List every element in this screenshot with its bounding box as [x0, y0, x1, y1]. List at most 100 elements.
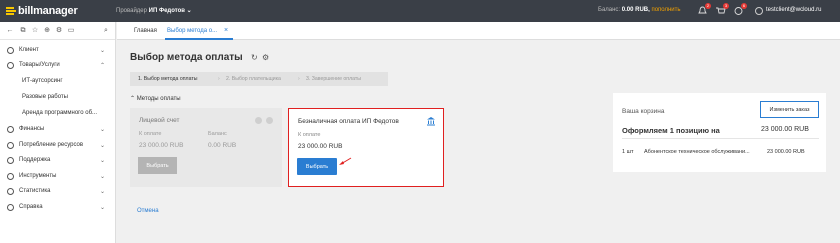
sidebar-item-label: Финансы: [19, 126, 45, 132]
balance-label: Баланс:: [598, 7, 621, 13]
payment-method-bank-transfer[interactable]: Безналичная оплата ИП Федотов К оплате 2…: [288, 108, 444, 187]
card-title: Безналичная оплата ИП Федотов: [298, 118, 399, 125]
info-icon: [255, 117, 262, 124]
chevron-down-icon: ⌄: [100, 173, 106, 180]
tools-icon: [7, 172, 14, 180]
add-icon[interactable]: ⊕: [43, 27, 51, 35]
back-arrow-icon[interactable]: ←: [6, 27, 14, 35]
tab-bar: Главная Выбор метода о... ×: [117, 22, 840, 40]
sidebar-subitem-it-outsourcing[interactable]: ИТ-аутсорсинг: [22, 78, 63, 84]
user-icon[interactable]: [755, 7, 763, 15]
sidebar-item-label: Статистика: [19, 188, 51, 194]
step-1: 1. Выбор метода оплаты: [138, 76, 198, 82]
change-order-button[interactable]: Изменить заказ: [760, 101, 819, 118]
balance-info: Баланс: 0.00 RUB, пополнить: [598, 7, 681, 13]
chevron-down-icon: ⌄: [100, 47, 106, 54]
copy-icon[interactable]: ⧉: [19, 27, 27, 35]
sidebar-subitem-one-time-work[interactable]: Разовые работы: [22, 94, 68, 100]
cart-row-price: 23 000.00 RUB: [767, 149, 805, 155]
help-icon: [7, 203, 14, 211]
sidebar-item-label: Поддержка: [19, 157, 51, 163]
to-pay-label: К оплате: [139, 131, 162, 137]
cart-row-qty: 1 шт: [622, 149, 634, 155]
bank-icon: [426, 116, 436, 126]
search-icon[interactable]: ⌕: [102, 27, 110, 35]
page-title: Выбор метода оплаты: [130, 52, 243, 63]
payment-steps: 1. Выбор метода оплаты › 2. Выбор плател…: [130, 72, 388, 86]
step-3: 3. Завершение оплаты: [306, 76, 361, 82]
notifications-icon[interactable]: 2: [697, 3, 711, 16]
sidebar-item-finance[interactable]: Финансы ⌄: [0, 122, 116, 136]
support-icon: [7, 156, 14, 164]
balance-value: 0.00 RUB: [208, 142, 237, 149]
tickets-icon[interactable]: 6: [733, 3, 747, 16]
sidebar-item-label: Клиент: [19, 47, 39, 53]
chevron-down-icon: ⌄: [100, 126, 106, 133]
sidebar-item-tools[interactable]: Инструменты ⌄: [0, 169, 116, 183]
chevron-down-icon: ⌄: [100, 204, 106, 211]
settings-icon[interactable]: ⚙: [55, 27, 63, 35]
billmanager-logo[interactable]: billmanager: [6, 4, 78, 18]
chevron-up-icon: ⌃: [100, 62, 106, 69]
payment-method-personal-account: Лицевой счет К оплате 23 000.00 RUB Бала…: [130, 108, 282, 187]
sidebar-item-label: Потребление ресурсов: [19, 142, 84, 148]
sidebar-subitem-software-rent[interactable]: Аренда программного об...: [22, 110, 97, 116]
divider: [622, 138, 819, 139]
top-bar: billmanager Провайдер ИП Федотов ⌄ Балан…: [0, 0, 840, 22]
notifications-badge: 2: [705, 3, 711, 9]
cart-title: Ваша корзина: [622, 108, 665, 115]
user-email[interactable]: testclient@wcloud.ru: [766, 7, 821, 13]
sidebar-item-products[interactable]: Товары/Услуги ⌃: [0, 58, 116, 72]
sidebar-item-label: Инструменты: [19, 173, 57, 179]
cart-icon[interactable]: 3: [715, 3, 729, 16]
provider-selector[interactable]: Провайдер ИП Федотов ⌄: [116, 7, 192, 14]
select-button-disabled: Выбрать: [138, 157, 177, 174]
sidebar-item-statistics[interactable]: Статистика ⌄: [0, 184, 116, 198]
refresh-icon[interactable]: ↻: [251, 54, 259, 62]
cart-row-name: Абонентское техническое обслуживани...: [644, 149, 750, 155]
resources-icon: [7, 141, 14, 149]
grid-icon[interactable]: ▭: [67, 27, 75, 35]
box-icon: [7, 61, 14, 69]
sidebar-item-support[interactable]: Поддержка ⌄: [0, 153, 116, 167]
sidebar-item-resources[interactable]: Потребление ресурсов ⌄: [0, 138, 116, 152]
settings-icon[interactable]: ⚙: [262, 54, 270, 62]
card-title: Лицевой счет: [139, 117, 180, 124]
tab-home[interactable]: Главная: [134, 28, 157, 34]
star-icon[interactable]: ☆: [31, 27, 39, 35]
balance-label: Баланс: [208, 131, 227, 137]
provider-name: ИП Федотов ⌄: [148, 8, 192, 14]
tab-close-icon[interactable]: ×: [224, 27, 228, 34]
select-button[interactable]: Выбрать: [297, 158, 337, 175]
sidebar-item-label: Товары/Услуги: [19, 62, 60, 68]
to-pay-value: 23 000.00 RUB: [298, 143, 343, 150]
red-arrow-icon: [339, 157, 352, 165]
sidebar-toolbar: ← ⧉ ☆ ⊕ ⚙ ▭ ⌕: [0, 22, 115, 40]
chevron-down-icon: ⌄: [100, 157, 106, 164]
cart-badge: 3: [723, 3, 729, 9]
finance-icon: [7, 125, 14, 133]
sidebar-item-label: Справка: [19, 204, 43, 210]
to-pay-value: 23 000.00 RUB: [139, 142, 184, 149]
top-up-link[interactable]: пополнить: [651, 7, 680, 13]
cart-panel: Ваша корзина Изменить заказ Оформляем 1 …: [613, 93, 826, 172]
help-icon: [266, 117, 273, 124]
cart-order-text: Оформляем 1 позицию на: [622, 126, 720, 135]
step-separator-icon: ›: [298, 76, 300, 82]
cancel-link[interactable]: Отмена: [137, 208, 159, 214]
payment-methods-header[interactable]: ⌃ Методы оплаты: [130, 95, 181, 102]
step-2: 2. Выбор плательщика: [226, 76, 281, 82]
tab-payment-method[interactable]: Выбор метода о...: [167, 28, 217, 34]
sidebar-item-help[interactable]: Справка ⌄: [0, 200, 116, 214]
sidebar: ← ⧉ ☆ ⊕ ⚙ ▭ ⌕ Клиент ⌄ Товары/Услуги ⌃ И…: [0, 22, 116, 243]
active-tab-indicator: [165, 38, 233, 40]
sidebar-item-client[interactable]: Клиент ⌄: [0, 43, 116, 57]
balance-value: 0.00 RUB,: [621, 7, 650, 13]
step-separator-icon: ›: [218, 76, 220, 82]
statistics-icon: [7, 187, 14, 195]
logo-mark-icon: [6, 6, 16, 16]
cart-order-total: 23 000.00 RUB: [761, 126, 809, 133]
to-pay-label: К оплате: [298, 132, 321, 138]
chevron-down-icon: ⌄: [100, 142, 106, 149]
provider-label: Провайдер: [116, 8, 147, 14]
